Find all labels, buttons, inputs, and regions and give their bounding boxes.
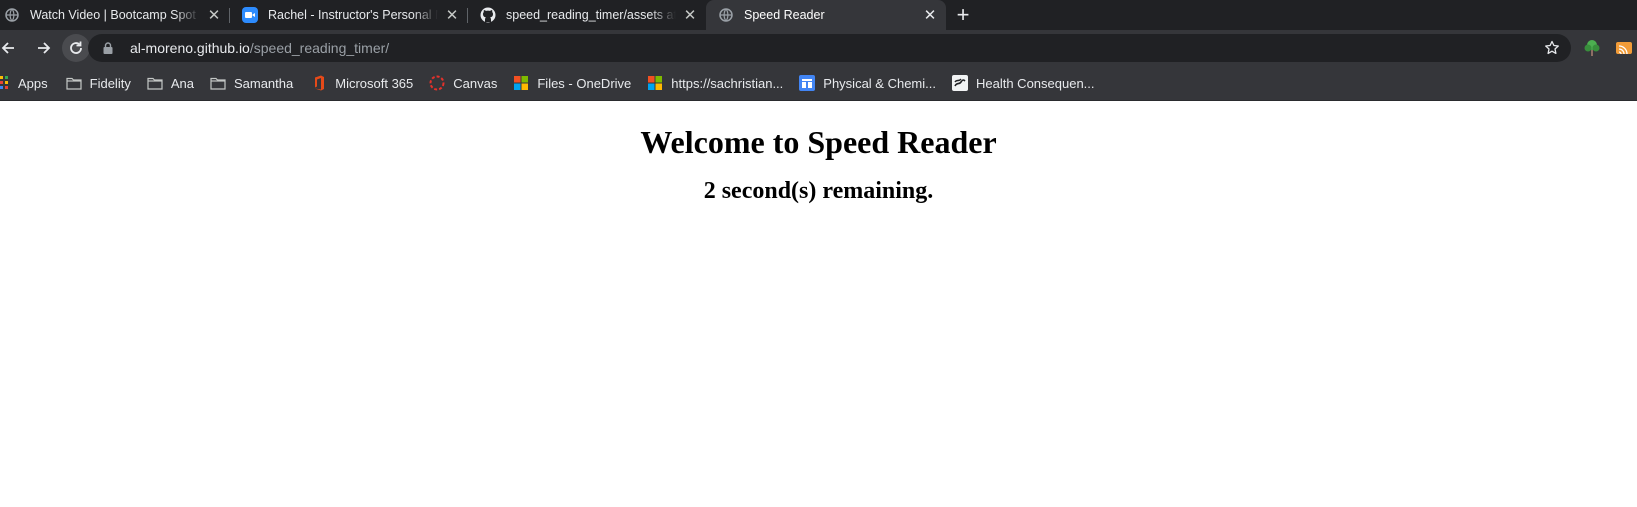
page-content: Welcome to Speed Reader 2 second(s) rema… xyxy=(0,101,1637,507)
url-host: al-moreno.github.io xyxy=(130,40,250,56)
microsoft-icon xyxy=(513,75,529,91)
close-icon[interactable]: ✕ xyxy=(206,7,222,24)
bookmark-label: Microsoft 365 xyxy=(335,75,414,91)
cast-extension-icon[interactable] xyxy=(1614,38,1634,58)
tree-extension-icon[interactable] xyxy=(1582,38,1602,58)
microsoft-icon xyxy=(647,75,663,91)
bookmark-label: Physical & Chemi... xyxy=(823,75,936,91)
bookmark-label: Files - OneDrive xyxy=(537,75,632,91)
bookmark-label: https://sachristian... xyxy=(671,75,784,91)
forward-button[interactable] xyxy=(30,34,58,62)
folder-icon xyxy=(66,75,82,91)
reload-button[interactable] xyxy=(62,34,90,62)
tab-bootcamp-spot[interactable]: Watch Video | Bootcamp Spot ✕ xyxy=(0,0,230,30)
tab-title: Speed Reader xyxy=(744,8,825,22)
folder-icon xyxy=(147,75,163,91)
folder-icon xyxy=(210,75,226,91)
globe-icon xyxy=(718,7,734,23)
countdown-timer: 2 second(s) remaining. xyxy=(703,178,934,204)
document-icon xyxy=(799,75,816,91)
bookmark-label: Fidelity xyxy=(89,75,131,91)
zoom-icon xyxy=(242,7,258,23)
image-icon xyxy=(951,75,968,91)
tab-title: Watch Video | Bootcamp Spot xyxy=(30,8,196,22)
bookmark-microsoft-365[interactable]: Microsoft 365 xyxy=(311,71,413,95)
github-icon xyxy=(480,7,496,23)
bookmark-sachristian[interactable]: https://sachristian... xyxy=(647,71,783,95)
url-path: /speed_reading_timer/ xyxy=(249,40,390,56)
tab-title: Rachel - Instructor's Personal Meeting R… xyxy=(268,8,438,22)
apps-grid-icon xyxy=(0,75,10,91)
bookmark-health-consequences[interactable]: Health Consequen... xyxy=(951,71,1095,95)
tab-title: speed_reading_timer/assets at main xyxy=(506,8,676,22)
back-button[interactable] xyxy=(0,34,22,62)
browser-toolbar: al-moreno.github.io/speed_reading_timer/ xyxy=(0,30,1637,66)
globe-icon xyxy=(4,7,20,23)
bookmark-label: Samantha xyxy=(233,75,294,91)
bookmark-star-icon[interactable] xyxy=(1543,39,1561,57)
bookmark-label: Apps xyxy=(18,75,48,91)
tab-strip: Watch Video | Bootcamp Spot ✕ Rachel - I… xyxy=(0,0,1637,30)
bookmark-label: Health Consequen... xyxy=(975,75,1095,91)
canvas-icon xyxy=(429,75,445,91)
bookmark-folder-ana[interactable]: Ana xyxy=(147,71,194,95)
address-bar[interactable]: al-moreno.github.io/speed_reading_timer/ xyxy=(88,34,1571,62)
bookmark-files-onedrive[interactable]: Files - OneDrive xyxy=(513,71,631,95)
bookmark-apps[interactable]: Apps xyxy=(0,71,48,95)
tab-github-assets[interactable]: speed_reading_timer/assets at main ✕ xyxy=(468,0,706,30)
close-icon[interactable]: ✕ xyxy=(444,7,460,24)
bookmark-canvas[interactable]: Canvas xyxy=(429,71,497,95)
close-icon[interactable]: ✕ xyxy=(682,7,698,24)
bookmark-physical-chemical[interactable]: Physical & Chemi... xyxy=(799,71,936,95)
bookmark-folder-fidelity[interactable]: Fidelity xyxy=(66,71,131,95)
bookmark-folder-samantha[interactable]: Samantha xyxy=(210,71,293,95)
reload-icon xyxy=(70,41,82,54)
tab-speed-reader[interactable]: Speed Reader ✕ xyxy=(706,0,946,30)
bookmarks-bar: Apps Fidelity Ana Samantha Microsoft 365… xyxy=(0,66,1637,101)
bookmark-label: Canvas xyxy=(453,75,498,91)
back-arrow-icon xyxy=(1,42,14,54)
tab-zoom-meeting[interactable]: Rachel - Instructor's Personal Meeting R… xyxy=(230,0,468,30)
page-heading: Welcome to Speed Reader xyxy=(640,124,997,160)
lock-icon[interactable] xyxy=(100,42,116,54)
bookmark-label: Ana xyxy=(170,75,194,91)
new-tab-button[interactable]: + xyxy=(948,0,978,30)
close-icon[interactable]: ✕ xyxy=(922,7,938,24)
office-icon xyxy=(311,75,327,91)
forward-arrow-icon xyxy=(38,42,51,54)
